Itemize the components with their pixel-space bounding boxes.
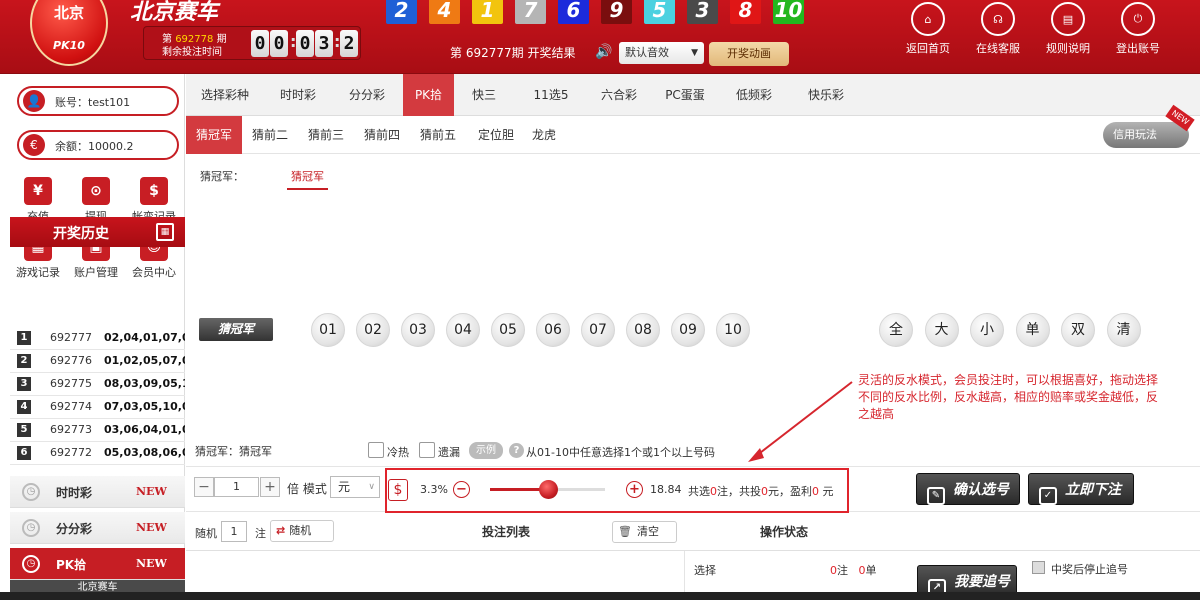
rebate-percent: 3.3% (420, 483, 448, 496)
play-rule: 从01-10中任意选择1个或1个以上号码 (526, 446, 715, 459)
summary-count: 0 (710, 485, 717, 498)
bottom-bar (0, 592, 1200, 600)
trash-icon: 🗑 (618, 525, 632, 538)
order-count: 0 (858, 564, 866, 577)
cold-hot-checkbox[interactable] (368, 442, 384, 458)
missing-checkbox[interactable] (419, 442, 435, 458)
bet-list-title: 投注列表 (482, 525, 531, 539)
help-icon[interactable]: ? (509, 443, 524, 458)
mode-value: 元 (338, 480, 351, 494)
tip-arrow-head (748, 448, 764, 462)
dollar-icon: $ (388, 479, 408, 501)
clear-label: 清空 (636, 525, 659, 538)
chevron-down-icon: ∨ (368, 482, 375, 492)
odds-value: 18.84 (650, 483, 682, 496)
multiplier-unit: 倍 模式 (287, 482, 327, 496)
rebate-slider-handle[interactable] (538, 480, 558, 499)
check-icon: ✓ (1039, 487, 1057, 505)
multiplier-input[interactable]: 1 (214, 477, 259, 497)
chase-label: 我要追号 (954, 574, 1010, 590)
example-button[interactable]: 示例 (469, 442, 503, 459)
mode-select[interactable]: 元 ∨ (330, 476, 380, 498)
place-bet-button[interactable]: ✓ 立即下注 (1028, 473, 1134, 505)
random-button[interactable]: ⇄ 随机 (270, 520, 334, 542)
summary-text: 注，共投 (717, 485, 761, 498)
stop-after-win-checkbox[interactable] (1032, 561, 1045, 574)
multiplier-decrease-button[interactable]: − (194, 477, 214, 497)
confirm-label: 确认选号 (953, 482, 1009, 498)
bet-list-header (186, 513, 1200, 551)
clear-button[interactable]: 🗑 清空 (612, 521, 677, 543)
shuffle-icon: ⇄ (276, 524, 286, 537)
random-unit: 注 (255, 527, 266, 540)
multiplier-increase-button[interactable]: + (260, 477, 280, 497)
bet-summary: 共选0注，共投0元，盈利0 元 (688, 483, 834, 499)
order-unit: 单 (865, 564, 877, 577)
selected-totals: 0注 0单 (830, 562, 877, 578)
selected-count: 0 (830, 564, 837, 577)
selected-label: 选择 (694, 564, 716, 577)
place-bet-label: 立即下注 (1065, 482, 1121, 498)
random-button-label: 随机 (289, 524, 312, 537)
summary-profit: 0 (812, 485, 819, 498)
random-count-input[interactable]: 1 (221, 521, 247, 542)
random-label: 随机 (195, 527, 217, 540)
rebate-decrease-button[interactable]: − (453, 481, 470, 498)
cold-hot-label: 冷热 (387, 446, 409, 459)
summary-text: 元 (819, 485, 834, 498)
summary-text: 共选 (688, 485, 710, 498)
summary-amount: 0 (761, 485, 768, 498)
edit-icon: ✎ (927, 487, 945, 505)
confirm-selection-button[interactable]: ✎ 确认选号 (916, 473, 1020, 505)
selected-unit: 注 (837, 564, 848, 577)
selection-label: 猜冠军：猜冠军 (195, 445, 272, 458)
tip-arrow-line (755, 381, 853, 457)
operation-status-title: 操作状态 (760, 525, 809, 539)
summary-text: 元，盈利 (768, 485, 812, 498)
rebate-increase-button[interactable]: + (626, 481, 643, 498)
missing-label: 遗漏 (438, 446, 460, 459)
stop-after-win-label: 中奖后停止追号 (1051, 563, 1128, 576)
